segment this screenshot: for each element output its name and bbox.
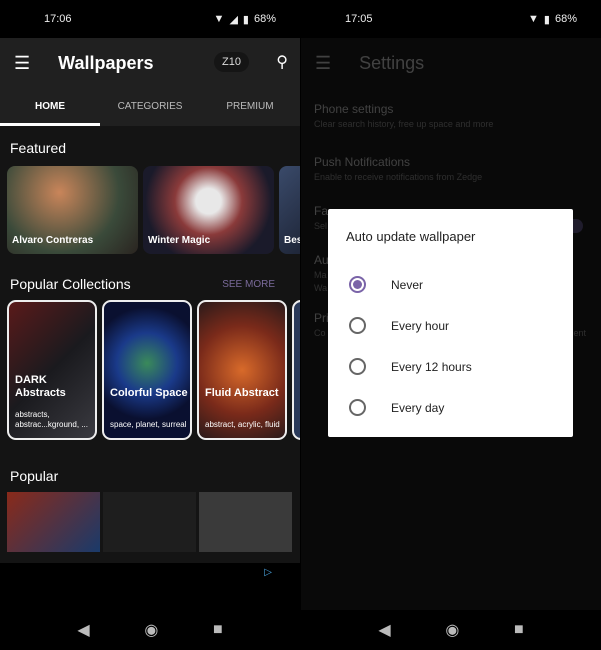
tab-bar: HOME CATEGORIES PREMIUM [0, 88, 300, 126]
ad-choices-icon[interactable]: ▷ [264, 567, 272, 578]
radio[interactable] [349, 317, 366, 334]
collection-name: Fluid Abstract [205, 387, 279, 399]
radio-selected[interactable] [349, 276, 366, 293]
page-title: Wallpapers [58, 52, 154, 73]
tab-categories[interactable]: CATEGORIES [100, 88, 200, 126]
battery-level: 68% [253, 13, 276, 25]
signal-icon: ◢ [229, 13, 238, 26]
featured-card-title: Alvaro Contreras [12, 235, 94, 246]
back-icon[interactable]: ◀ [378, 620, 390, 640]
radio[interactable] [349, 399, 366, 416]
recents-icon[interactable]: ■ [213, 621, 223, 639]
featured-card[interactable]: Alvaro Contreras [7, 166, 138, 254]
collection-card[interactable]: DARK Abstracts abstracts, abstrac...kgrou… [7, 300, 97, 440]
ad-banner[interactable]: ▷ [0, 563, 300, 611]
radio[interactable] [349, 358, 366, 375]
wallpapers-screen: 17:06 ▼ ◢ ▮ 68% ☰ Wallpapers Z10 ⚲ HOME CAT… [0, 0, 300, 650]
auto-update-dialog: Auto update wallpaper Never Every hour E… [328, 209, 573, 437]
featured-carousel: Alvaro Contreras Winter Magic Best [0, 166, 300, 254]
popular-item[interactable] [199, 492, 292, 552]
option-every-day[interactable]: Every day [328, 387, 573, 428]
collection-tags: space, planet, surreal [110, 420, 187, 429]
dialog-title: Auto update wallpaper [346, 229, 476, 244]
collection-card[interactable]: Colorful Space space, planet, surreal [102, 300, 192, 440]
collection-tags: abstract, acrylic, fluid [205, 420, 280, 429]
collections-carousel: DARK Abstracts abstracts, abstrac...kgrou… [0, 300, 300, 440]
nav-bar: ◀ ◉ ■ [301, 610, 601, 650]
settings-screen: 17:05 ▼ ▮ 68% ☰ Settings Phone settings Cle… [301, 0, 601, 650]
featured-card[interactable]: Best [279, 166, 300, 254]
tab-premium[interactable]: PREMIUM [200, 88, 300, 126]
see-more-link[interactable]: SEE MORE [222, 279, 275, 290]
option-label: Every hour [391, 318, 450, 333]
app-bar: ☰ Wallpapers Z10 ⚲ [0, 38, 300, 88]
option-every-hour[interactable]: Every hour [328, 305, 573, 346]
option-every-12-hours[interactable]: Every 12 hours [328, 346, 573, 387]
status-bar: 17:06 ▼ ◢ ▮ 68% [0, 0, 300, 38]
popular-heading: Popular [10, 468, 59, 484]
status-time: 17:05 [345, 13, 373, 25]
collection-tags: abstracts, abstrac...kground, ... [15, 410, 88, 429]
menu-icon[interactable]: ☰ [14, 53, 30, 74]
credits-badge[interactable]: Z10 [214, 52, 249, 72]
home-icon[interactable]: ◉ [144, 620, 158, 640]
popular-item[interactable] [7, 492, 100, 552]
tab-indicator [0, 123, 100, 126]
featured-card[interactable]: Winter Magic [143, 166, 274, 254]
tab-home[interactable]: HOME [0, 88, 100, 126]
battery-level: 68% [554, 13, 577, 25]
collection-card[interactable] [292, 300, 300, 440]
option-label: Never [391, 277, 424, 292]
collection-name: Colorful Space [110, 387, 188, 399]
featured-card-title: Winter Magic [148, 235, 211, 246]
featured-card-title: Best [284, 235, 300, 246]
home-icon[interactable]: ◉ [445, 620, 459, 640]
option-label: Every day [391, 400, 445, 415]
status-time: 17:06 [44, 13, 72, 25]
option-label: Every 12 hours [391, 359, 472, 374]
featured-heading: Featured [10, 140, 67, 156]
collection-card[interactable]: Fluid Abstract abstract, acrylic, fluid [197, 300, 287, 440]
search-icon[interactable]: ⚲ [276, 52, 288, 72]
option-never[interactable]: Never [328, 264, 573, 305]
recents-icon[interactable]: ■ [514, 621, 524, 639]
collection-name: DARK Abstracts [15, 374, 66, 399]
popular-grid [0, 492, 300, 552]
back-icon[interactable]: ◀ [77, 620, 89, 640]
battery-icon: ▮ [543, 13, 550, 26]
nav-bar: ◀ ◉ ■ [0, 610, 300, 650]
collections-heading: Popular Collections [10, 276, 131, 292]
battery-icon: ▮ [242, 13, 249, 26]
wifi-icon: ▼ [528, 13, 539, 25]
status-bar: 17:05 ▼ ▮ 68% [301, 0, 601, 38]
popular-item[interactable] [103, 492, 196, 552]
wifi-icon: ▼ [213, 13, 225, 25]
